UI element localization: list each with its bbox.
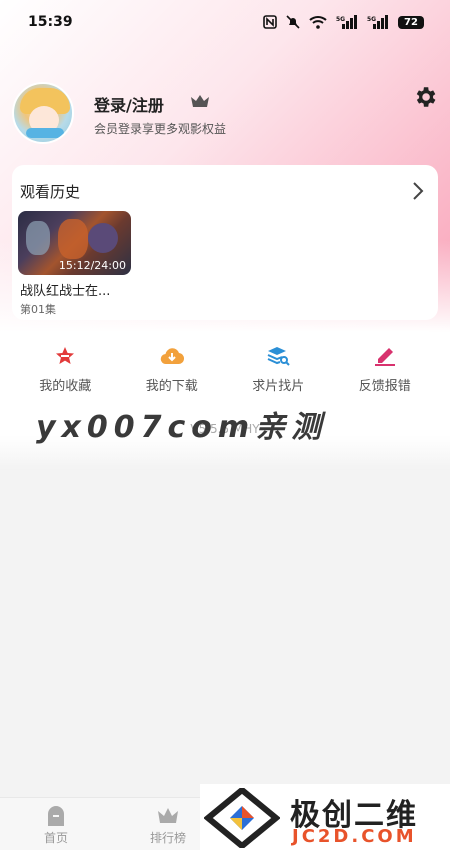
video-progress: 15:12/24:00 — [58, 259, 126, 272]
settings-gear-icon[interactable] — [412, 84, 438, 110]
watch-history-card: 观看历史 15:12/24:00 战队红战士在... 第01集 — [12, 165, 438, 320]
star-icon — [56, 347, 75, 364]
battery-icon: 72 — [398, 15, 424, 29]
logo-mark-icon — [204, 788, 280, 848]
action-label: 反馈报错 — [358, 379, 411, 394]
svg-text:5G: 5G — [367, 16, 376, 23]
vip-crown-icon — [191, 95, 209, 107]
profile-section: 登录/注册 会员登录享更多观影权益 — [12, 82, 438, 146]
logo-text-en: JC2D.COM — [292, 826, 417, 847]
crown-icon — [158, 808, 178, 823]
thumb-shape — [26, 221, 50, 255]
avatar[interactable] — [12, 82, 74, 144]
video-thumbnail[interactable]: 15:12/24:00 — [18, 211, 131, 275]
download-icon — [160, 348, 184, 365]
wifi-icon — [309, 16, 327, 29]
login-subtitle: 会员登录享更多观影权益 — [94, 122, 227, 136]
nav-home[interactable]: 首页 — [26, 806, 86, 846]
downloads-button[interactable]: 我的下载 — [119, 331, 226, 403]
status-bar: 15:39 5G 5G 72 — [0, 0, 450, 44]
watermark-text: yx007com亲测 — [36, 410, 328, 445]
action-label: 我的下载 — [145, 379, 198, 394]
watermark-logo: 极创二维 JC2D.COM — [200, 784, 450, 850]
thumb-shape — [88, 223, 118, 253]
status-time: 15:39 — [28, 14, 73, 30]
nav-ranking[interactable]: 排行榜 — [138, 806, 198, 846]
video-episode: 第01集 — [20, 303, 56, 316]
request-video-button[interactable]: 求片找片 — [225, 331, 332, 403]
signal-5g-icon: 5G — [336, 15, 357, 29]
thumb-shape — [58, 219, 88, 259]
login-register-link[interactable]: 登录/注册 — [94, 92, 164, 116]
video-title[interactable]: 战队红战士在... — [20, 280, 110, 299]
edit-icon — [374, 348, 395, 366]
search-stack-icon — [267, 347, 290, 366]
status-icons: 5G 5G 72 — [263, 15, 424, 29]
favorites-button[interactable]: 我的收藏 — [12, 331, 119, 403]
nav-label: 首页 — [43, 831, 68, 845]
action-label: 我的收藏 — [39, 379, 92, 394]
nfc-icon — [263, 15, 277, 29]
chevron-right-icon[interactable] — [412, 181, 424, 201]
feedback-button[interactable]: 反馈报错 — [332, 331, 439, 403]
svg-text:5G: 5G — [336, 16, 345, 23]
history-title: 观看历史 — [20, 183, 81, 201]
nav-label: 排行榜 — [149, 831, 186, 845]
signal-5g-2-icon: 5G — [367, 15, 388, 29]
action-label: 求片找片 — [252, 379, 305, 394]
avatar-tag — [26, 128, 64, 138]
quick-actions: 我的收藏 我的下载 求片找片 反馈报错 — [12, 331, 438, 403]
mute-icon — [286, 15, 300, 29]
home-icon — [48, 806, 64, 826]
